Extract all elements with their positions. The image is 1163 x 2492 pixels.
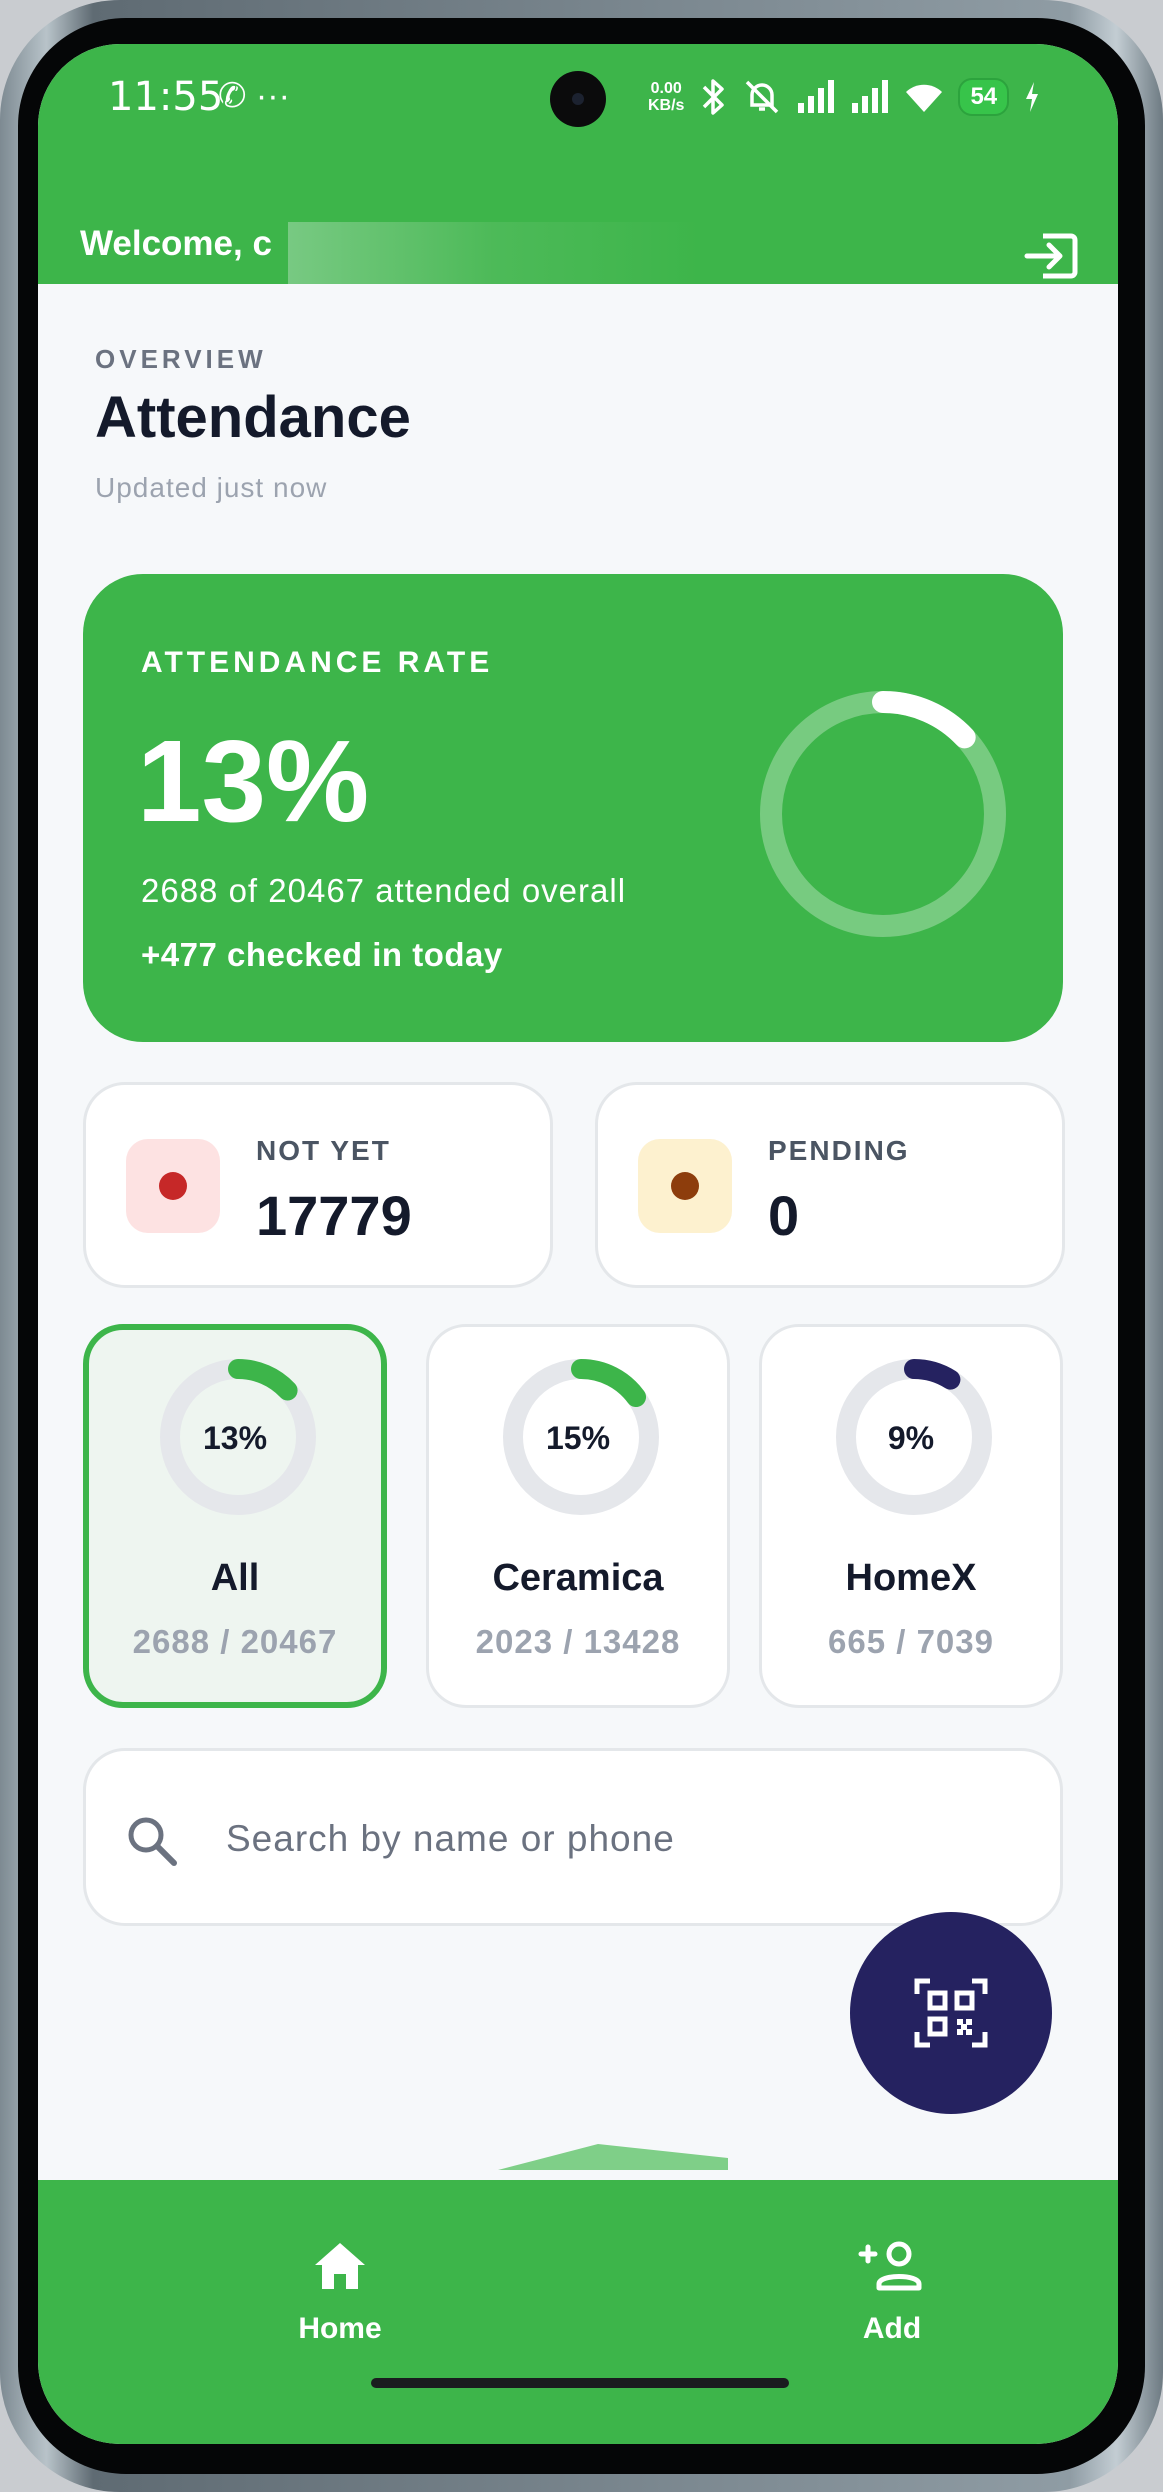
nav-add-label: Add [862, 2312, 922, 2345]
not-yet-dot [159, 1172, 187, 1200]
pending-badge [638, 1139, 732, 1233]
search-box[interactable] [83, 1748, 1063, 1926]
pending-label: PENDING [768, 1135, 910, 1166]
segment-pct-ceramica: 15% [545, 1420, 611, 1456]
redacted-username [288, 222, 698, 284]
net-speed: 0.00 KB/s [648, 80, 684, 114]
attendance-rate-label: ATTENDANCE RATE [141, 646, 494, 679]
silent-bell-icon [746, 80, 779, 114]
charging-icon [1026, 82, 1039, 112]
signal-icon [798, 80, 835, 113]
screen: 11:55 ✆ ··· 0.00 KB/s 54 Welcome, c OVER… [38, 44, 1118, 2444]
status-time: 11:55 [108, 74, 224, 120]
wifi-icon [906, 84, 943, 112]
attendance-rate-ring [760, 691, 1006, 937]
bottom-nav: Home Add [38, 2180, 1118, 2444]
pending-dot [671, 1172, 699, 1200]
segment-card-ceramica[interactable]: 15% Ceramica 2023 / 13428 [426, 1324, 730, 1708]
nav-add[interactable]: Add [792, 2240, 992, 2380]
pending-value: 0 [768, 1184, 800, 1247]
qr-code-scanner-icon [914, 1978, 988, 2048]
segment-name-all: All [210, 1557, 260, 1599]
search-icon [128, 1817, 177, 1866]
segment-card-all[interactable]: 13% All 2688 / 20467 [83, 1324, 387, 1708]
segment-count-ceramica: 2023 / 13428 [475, 1623, 681, 1660]
page-title: Attendance [95, 385, 411, 450]
not-yet-label: NOT YET [256, 1135, 391, 1166]
nav-home[interactable]: Home [240, 2240, 440, 2380]
segment-name-homex: HomeX [845, 1557, 977, 1599]
overview-label: OVERVIEW [95, 344, 267, 374]
qr-scan-button[interactable] [850, 1912, 1052, 2114]
add-person-icon [858, 2241, 922, 2291]
not-yet-value: 17779 [256, 1184, 412, 1247]
net-speed-value: 0.00 [650, 80, 682, 97]
signal-icon-2 [852, 80, 889, 113]
welcome-text: Welcome, c [80, 224, 272, 263]
home-icon [315, 2243, 365, 2289]
net-speed-unit: KB/s [648, 97, 685, 114]
segment-pct-all: 13% [202, 1420, 268, 1456]
background-shape-peek [498, 2144, 728, 2170]
checked-in-today-text: +477 checked in today [141, 936, 503, 973]
logout-icon [1024, 233, 1078, 279]
pending-card: PENDING 0 [595, 1082, 1065, 1288]
not-yet-badge [126, 1139, 220, 1233]
segment-count-homex: 665 / 7039 [828, 1623, 994, 1660]
status-bar: 11:55 ✆ ··· 0.00 KB/s 54 [38, 44, 1118, 154]
not-yet-card: NOT YET 17779 [83, 1082, 553, 1288]
front-camera [550, 71, 606, 127]
nav-home-label: Home [298, 2312, 382, 2345]
segment-card-homex[interactable]: 9% HomeX 665 / 7039 [759, 1324, 1063, 1708]
segment-count-all: 2688 / 20467 [132, 1623, 338, 1660]
home-indicator[interactable] [371, 2378, 789, 2388]
status-right-icons: 0.00 KB/s 54 [648, 74, 1041, 120]
battery-indicator: 54 [958, 78, 1010, 116]
app-header: 11:55 ✆ ··· 0.00 KB/s 54 Welcome, c [38, 44, 1118, 284]
segment-pct-homex: 9% [887, 1420, 935, 1456]
attended-overall-text: 2688 of 20467 attended overall [141, 872, 627, 909]
segment-name-ceramica: Ceramica [492, 1557, 664, 1599]
notification-icons: ✆ ··· [218, 77, 290, 115]
attendance-rate-value: 13% [137, 716, 370, 846]
updated-text: Updated just now [95, 472, 328, 503]
bluetooth-icon [703, 79, 725, 115]
attendance-rate-card: ATTENDANCE RATE 13% 2688 of 20467 attend… [83, 574, 1063, 1042]
search-input[interactable] [226, 1807, 1026, 1871]
logout-button[interactable] [1023, 230, 1079, 282]
